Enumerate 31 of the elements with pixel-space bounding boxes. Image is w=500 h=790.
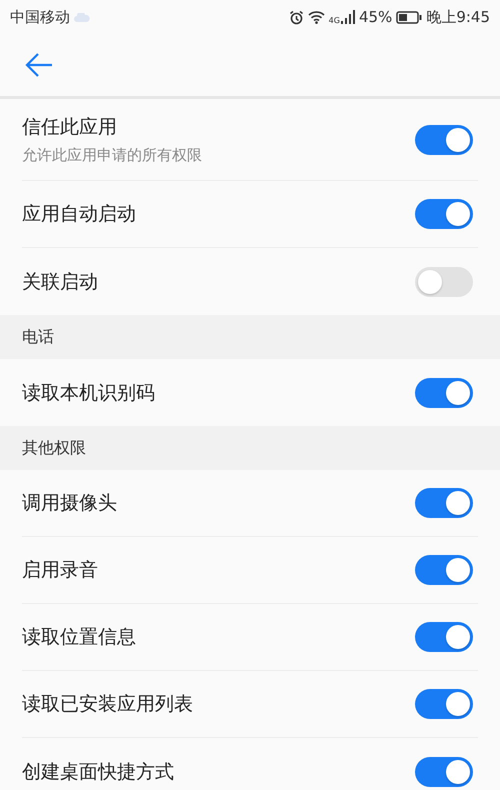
setting-label: 信任此应用	[22, 115, 118, 140]
section-header: 其他权限	[0, 426, 500, 470]
back-arrow-icon[interactable]	[25, 52, 53, 78]
toggle-switch[interactable]	[415, 199, 473, 229]
carrier-name: 中国移动	[10, 8, 70, 26]
setting-label: 调用摄像头	[22, 491, 117, 516]
setting-label: 读取位置信息	[22, 625, 136, 650]
toggle-switch[interactable]	[415, 756, 473, 786]
alarm-icon	[288, 10, 304, 24]
network-label: 4G	[328, 16, 340, 24]
setting-label: 关联启动	[22, 270, 98, 294]
toggle-switch[interactable]	[415, 555, 473, 585]
setting-label: 应用自动启动	[22, 202, 136, 227]
setting-label: 读取本机识别码	[22, 380, 155, 406]
setting-label: 读取已安装应用列表	[22, 692, 193, 717]
toggle-switch[interactable]	[415, 124, 473, 154]
wifi-icon	[308, 10, 325, 24]
toggle-switch[interactable]	[415, 488, 473, 518]
section-header: 电话	[0, 315, 500, 359]
toggle-switch[interactable]	[415, 266, 473, 296]
toggle-switch[interactable]	[415, 378, 473, 408]
setting-description: 允许此应用申请的所有权限	[22, 146, 202, 165]
battery-percent: 45%	[358, 8, 392, 26]
toggle-switch[interactable]	[415, 622, 473, 652]
setting-label: 启用录音	[22, 558, 98, 583]
battery-icon	[396, 10, 422, 24]
signal-icon	[340, 10, 355, 24]
clock-time: 晚上9:45	[426, 8, 490, 26]
cloud-icon	[74, 12, 90, 22]
setting-label: 创建桌面快捷方式	[22, 760, 174, 784]
toggle-switch[interactable]	[415, 689, 473, 719]
